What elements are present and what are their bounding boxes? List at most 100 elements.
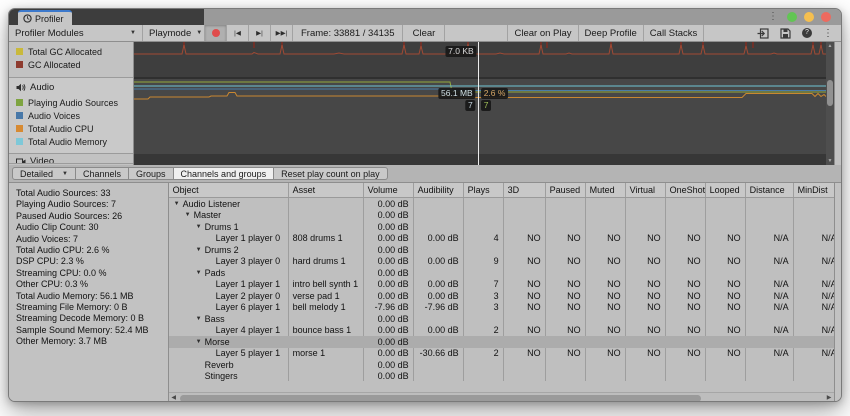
profiler-modules-dropdown[interactable]: Profiler Modules ▼ [9,25,143,41]
column-header-audibility[interactable]: Audibility [414,183,464,197]
paused-cell: NO [546,256,586,266]
audibility-cell: 0.00 dB [414,279,464,289]
object-cell: Layer 5 player 1 [169,348,289,358]
column-header-asset[interactable]: Asset [289,183,364,197]
volume-cell: 0.00 dB [364,222,414,232]
clear-on-play-toggle[interactable]: Clear on Play [508,25,578,41]
fold-arrow-icon[interactable]: ▼ [196,316,205,322]
tab-channels[interactable]: Channels [76,167,129,180]
threed-cell: NO [504,348,546,358]
tab-title: Profiler [35,14,64,24]
table-row[interactable]: Layer 1 player 0808 drums 10.00 dB0.00 d… [169,233,834,245]
volume-cell: 0.00 dB [364,256,414,266]
column-header-plays[interactable]: Plays [464,183,504,197]
chart-area[interactable]: 7.0 KB 56.1 MB 2.6 % 7 7 ▲ ▼ [134,42,834,165]
fold-arrow-icon[interactable]: ▼ [196,270,205,276]
column-header-object[interactable]: Object [169,183,289,197]
audibility-cell: 0.00 dB [414,291,464,301]
desktop: Profiler ⋮ Profiler Modules ▼ Playmode ▼ [0,0,850,416]
fold-arrow-icon[interactable]: ▼ [185,212,194,218]
asset-cell: 808 drums 1 [289,233,364,243]
legend-item[interactable]: Audio Voices [9,109,133,122]
tab-profiler[interactable]: Profiler [18,10,72,25]
column-header-paused[interactable]: Paused [546,183,586,197]
scroll-right-icon[interactable]: ▶ [824,393,834,402]
audibility-cell: -30.66 dB [414,348,464,358]
charts-row: Total GC AllocatedGC Allocated Audio Pla… [9,42,841,165]
table-row[interactable]: ▼Morse0.00 dB [169,336,834,348]
scrollbar-thumb[interactable] [827,80,833,106]
tab-channels-and-groups[interactable]: Channels and groups [174,167,275,180]
column-header-distance[interactable]: Distance [746,183,794,197]
legend-label: Playing Audio Sources [28,98,118,108]
table-row[interactable]: Stingers0.00 dB [169,371,834,383]
previous-frame-button[interactable]: |◀ [227,25,249,41]
traffic-light-yellow[interactable] [804,12,814,22]
column-header-virtual[interactable]: Virtual [626,183,666,197]
column-header-looped[interactable]: Looped [706,183,746,197]
table-row[interactable]: Layer 6 player 1bell melody 1-7.96 dB-7.… [169,302,834,314]
muted-cell: NO [586,233,626,243]
distance-cell: N/A [746,348,794,358]
column-header-3d[interactable]: 3D [504,183,546,197]
playmode-dropdown[interactable]: Playmode ▼ [143,25,205,41]
audio-stats-panel: Total Audio Sources: 33Playing Audio Sou… [9,183,169,402]
tab-reset-play-count-on-play[interactable]: Reset play count on play [274,167,388,180]
table-row[interactable]: Layer 3 player 0hard drums 10.00 dB0.00 … [169,256,834,268]
help-icon[interactable]: ? [802,28,812,38]
call-stacks-toggle[interactable]: Call Stacks [644,25,705,41]
paused-cell: NO [546,348,586,358]
fold-arrow-icon[interactable]: ▼ [196,339,205,345]
save-profile-icon[interactable] [780,28,791,39]
asset-cell: bell melody 1 [289,302,364,312]
legend-item[interactable]: GC Allocated [9,58,133,71]
legend-item[interactable]: Total Audio Memory [9,135,133,148]
window-options-icon[interactable]: ⋮ [768,12,778,22]
traffic-light-red[interactable] [821,12,831,22]
scroll-down-icon[interactable]: ▼ [826,158,834,164]
table-row[interactable]: ▼Master0.00 dB [169,210,834,222]
table-row[interactable]: Layer 2 player 0verse pad 10.00 dB0.00 d… [169,290,834,302]
module-audio[interactable]: Audio Playing Audio SourcesAudio VoicesT… [9,78,133,154]
table-row[interactable]: ▼Drums 20.00 dB [169,244,834,256]
table-row[interactable]: Layer 4 player 1bounce bass 10.00 dB0.00… [169,325,834,337]
scroll-left-icon[interactable]: ◀ [169,393,179,402]
tab-groups[interactable]: Groups [129,167,174,180]
table-row[interactable]: ▼Drums 10.00 dB [169,221,834,233]
column-header-volume[interactable]: Volume [364,183,414,197]
table-row[interactable]: Reverb0.00 dB [169,359,834,371]
legend-item[interactable]: Total GC Allocated [9,45,133,58]
next-frame-button[interactable]: ▶| [249,25,271,41]
clear-button[interactable]: Clear [403,25,445,41]
kebab-menu-icon[interactable]: ⋮ [823,28,833,39]
chart-vertical-scrollbar[interactable]: ▲ ▼ [826,42,834,165]
table-row[interactable]: ▼Audio Listener0.00 dB [169,198,834,210]
fold-arrow-icon[interactable]: ▼ [174,201,183,207]
object-cell: ▼Drums 2 [169,245,289,255]
asset-cell: intro bell synth 1 [289,279,364,289]
column-header-muted[interactable]: Muted [586,183,626,197]
column-header-oneshot[interactable]: OneShot [666,183,706,197]
record-button[interactable] [205,25,227,41]
playhead-line[interactable] [478,42,479,165]
table-row[interactable]: ▼Pads0.00 dB [169,267,834,279]
table-row[interactable]: ▼Bass0.00 dB [169,313,834,325]
current-frame-button[interactable]: ▶▶| [271,25,293,41]
object-cell: ▼Pads [169,268,289,278]
horizontal-scrollbar[interactable]: ◀ ▶ [169,392,834,402]
column-header-mindist[interactable]: MinDist [794,183,834,197]
deep-profile-toggle[interactable]: Deep Profile [579,25,644,41]
table-row[interactable]: Layer 5 player 1morse 10.00 dB-30.66 dB2… [169,348,834,360]
table-row[interactable]: Layer 1 player 1intro bell synth 10.00 d… [169,279,834,291]
module-video[interactable]: Video [9,154,133,164]
load-profile-icon[interactable] [757,28,769,39]
tab-detailed[interactable]: Detailed▼ [12,167,76,180]
fold-arrow-icon[interactable]: ▼ [196,247,205,253]
object-cell: Layer 6 player 1 [169,302,289,312]
legend-item[interactable]: Total Audio CPU [9,122,133,135]
traffic-light-green[interactable] [787,12,797,22]
scroll-up-icon[interactable]: ▲ [826,43,834,49]
scrollbar-thumb[interactable] [180,395,701,402]
legend-item[interactable]: Playing Audio Sources [9,96,133,109]
fold-arrow-icon[interactable]: ▼ [196,224,205,230]
